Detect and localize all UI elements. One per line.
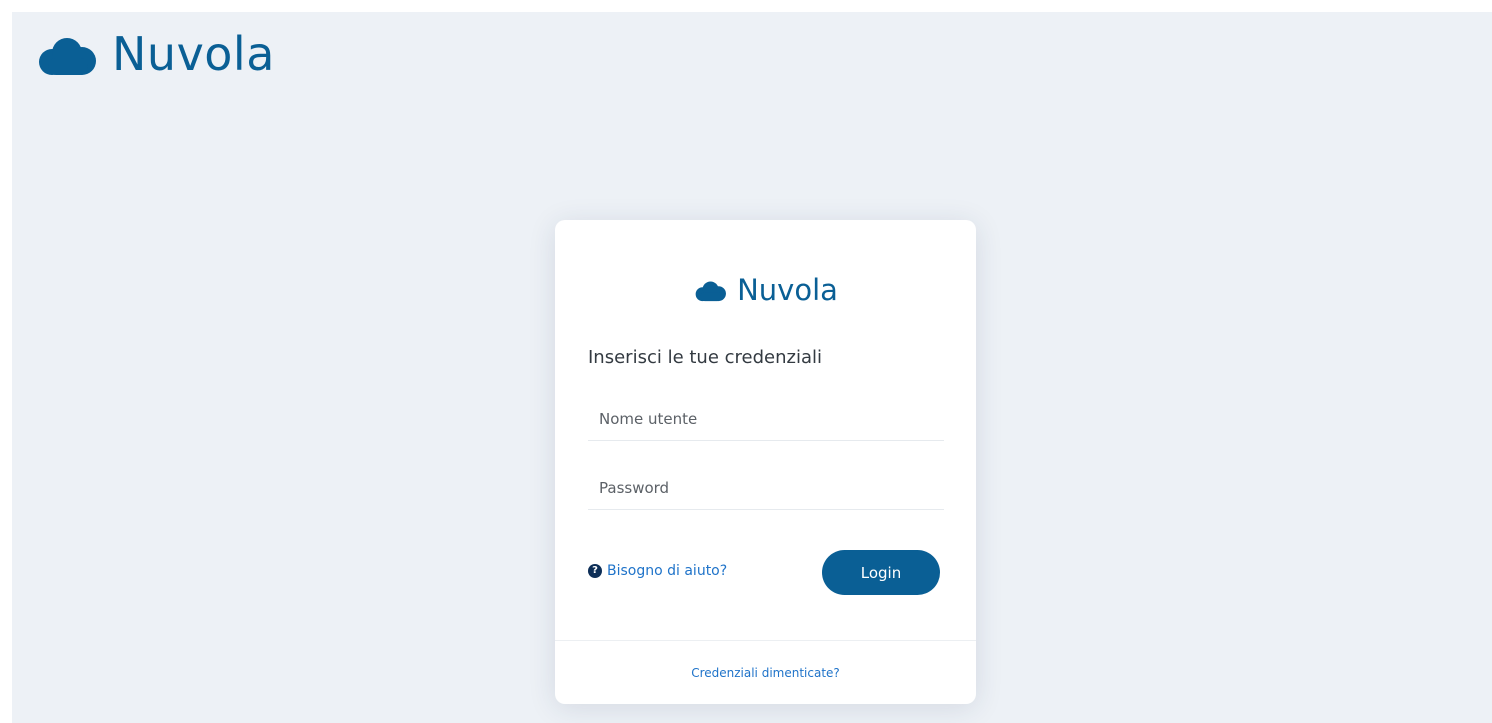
login-title: Inserisci le tue credenziali (588, 347, 822, 368)
card-brand-name: Nuvola (737, 273, 838, 307)
help-link[interactable]: ? Bisogno di aiuto? (588, 563, 727, 579)
question-circle-icon: ? (588, 564, 602, 578)
brand-name: Nuvola (112, 27, 275, 81)
cloud-icon (39, 38, 96, 75)
login-card: Nuvola Inserisci le tue credenziali ? Bi… (555, 220, 976, 704)
forgot-credentials-link[interactable]: Credenziali dimenticate? (555, 666, 976, 680)
help-link-label: Bisogno di aiuto? (607, 563, 728, 579)
username-input[interactable] (588, 397, 944, 441)
cloud-icon (695, 281, 727, 302)
page-background: Nuvola Nuvola Inserisci le tue credenzia… (12, 12, 1492, 723)
card-logo: Nuvola (555, 270, 976, 310)
password-input[interactable] (588, 466, 944, 510)
login-button[interactable]: Login (822, 550, 940, 595)
header-brand[interactable]: Nuvola (34, 26, 275, 82)
card-divider (555, 640, 976, 641)
